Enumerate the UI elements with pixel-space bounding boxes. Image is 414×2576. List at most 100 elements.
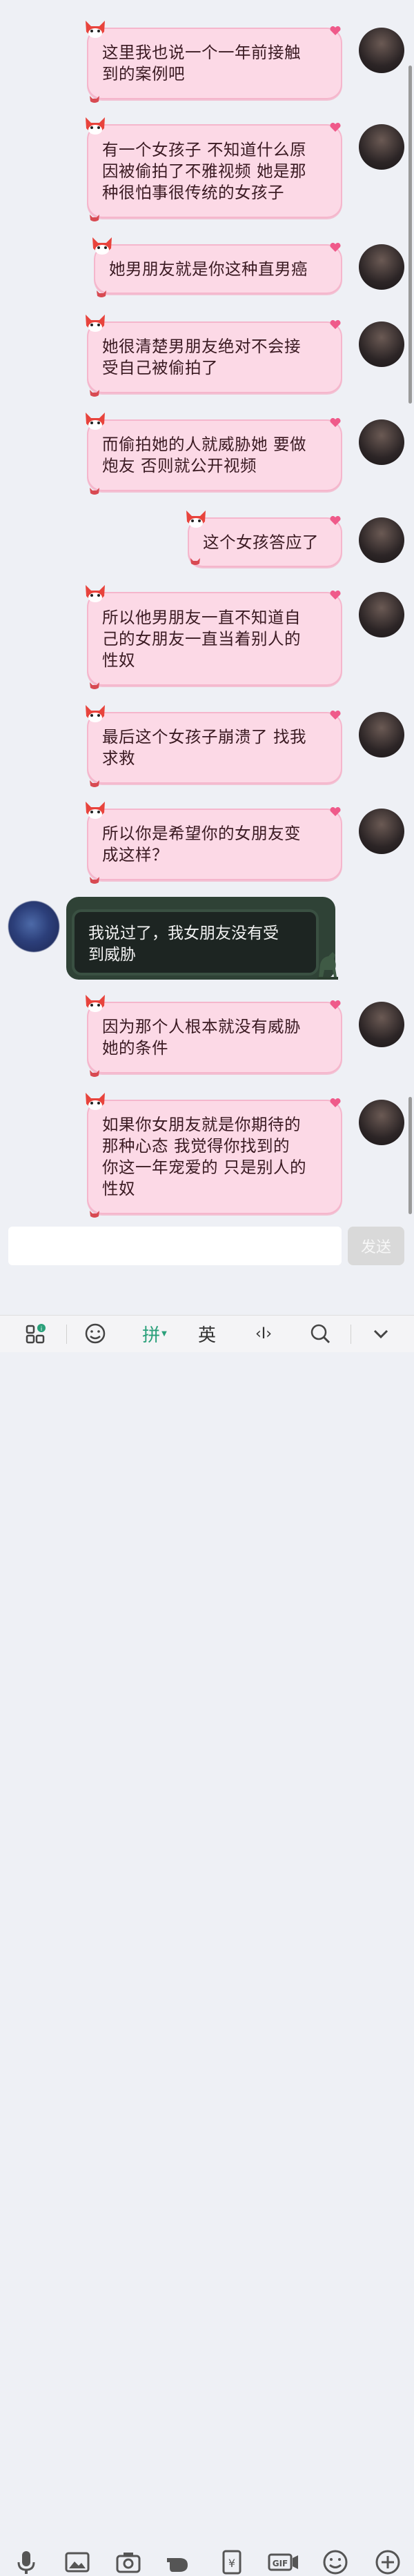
cursor-button[interactable]: ‹I› [244,1318,283,1349]
small-fox-icon [90,1211,99,1218]
small-fox-icon [190,558,200,565]
fox-sticker-icon [86,585,105,602]
heart-icon [330,26,341,35]
message-text: 我说过了，我女朋友没有受 到威胁 [88,924,279,964]
keyboard-grid-button[interactable]: i [17,1318,55,1349]
fox-sticker-icon [86,1093,105,1110]
heart-icon [330,123,341,132]
search-icon [310,1324,331,1344]
heart-icon [330,243,341,252]
avatar[interactable] [359,28,404,73]
avatar[interactable] [8,901,59,952]
avatar[interactable] [359,124,404,170]
avatar[interactable] [359,1002,404,1047]
small-fox-icon [90,877,99,884]
emoji-icon [85,1323,106,1344]
message-bubble[interactable]: 这里我也说一个一年前接触 到的案例吧 [87,28,342,99]
message-bubble[interactable]: 如果你女朋友就是你期待的 那种心态 我觉得你找到的 你这一年宠爱的 只是别人的 … [87,1100,342,1214]
message-text: 最后这个女孩子崩溃了 找我 求救 [102,727,306,768]
message-text: 如果你女朋友就是你期待的 那种心态 我觉得你找到的 你这一年宠爱的 只是别人的 … [102,1115,306,1198]
heart-icon [330,418,341,427]
gif-icon[interactable]: GIF [268,2548,299,2576]
svg-text:¥: ¥ [228,2557,235,2570]
pinyin-input-button[interactable]: 拼 ▼ [135,1318,174,1349]
fox-sticker-icon [86,413,105,430]
fox-sticker-icon [186,511,206,528]
message-text: 她男朋友就是你这种直男癌 [109,259,308,279]
message-text: 她很清楚男朋友绝对不会接 受自己被偷拍了 [102,337,301,377]
avatar[interactable] [359,1100,404,1145]
message-bubble[interactable]: 最后这个女孩子崩溃了 找我 求救 [87,712,342,784]
camera-icon[interactable] [115,2548,142,2576]
fox-sticker-icon [86,117,105,135]
heart-icon [330,591,341,600]
message-bubble[interactable]: 她很清楚男朋友绝对不会接 受自己被偷拍了 [87,321,342,393]
avatar[interactable] [359,419,404,465]
scrollbar[interactable] [408,66,412,404]
chat-area[interactable]: 这里我也说一个一年前接触 到的案例吧 有一个女孩子 不知道什么原 因被偷拍了不雅… [0,0,414,1225]
scrollbar[interactable] [408,1097,412,1214]
red-packet-icon[interactable]: ¥ [218,2548,246,2576]
toolbar: ¥ GIF [0,1273,414,2575]
message-bubble[interactable]: 因为那个人根本就没有威胁 她的条件 [87,1002,342,1073]
microphone-icon[interactable] [12,2548,40,2576]
keyboard-emoji-button[interactable] [76,1318,115,1349]
message-text: 所以你是希望你的女朋友变 成这样？ [102,824,301,864]
fox-sticker-icon [86,995,105,1012]
small-fox-icon [90,1070,99,1077]
message-bubble[interactable]: 有一个女孩子 不知道什么原 因被偷拍了不雅视频 她是那 种很怕事很传统的女孩子 [87,124,342,218]
message-text: 这个女孩答应了 [203,532,319,552]
chevron-down-icon [373,1329,388,1339]
small-fox-icon [90,682,99,689]
avatar[interactable] [359,244,404,290]
message-text: 而偷拍她的人就威胁她 要做 炮友 否则就公开视频 [102,435,306,475]
english-input-button[interactable]: 英 [188,1318,226,1349]
message-text: 因为那个人根本就没有威胁 她的条件 [102,1017,301,1058]
heart-icon [330,711,341,720]
heart-icon [330,1098,341,1107]
message-bubble[interactable]: 所以他男朋友一直不知道自 己的女朋友一直当着别人的 性奴 [87,592,342,686]
small-fox-icon [90,780,99,787]
heart-icon [330,516,341,525]
pinyin-label: 拼 [142,1325,161,1346]
avatar[interactable] [359,809,404,854]
gif-label: GIF [273,2559,288,2568]
message-text: 这里我也说一个一年前接触 到的案例吧 [102,43,301,83]
image-icon[interactable] [63,2548,91,2576]
message-bubble[interactable]: 所以你是希望你的女朋友变 成这样？ [87,809,342,880]
message-bubble[interactable]: 她男朋友就是你这种直男癌 [94,244,342,294]
heart-icon [330,807,341,816]
avatar[interactable] [359,517,404,563]
grid-badge: i [41,1326,43,1333]
fox-sticker-icon [86,21,105,38]
message-input[interactable] [8,1227,342,1265]
avatar[interactable] [359,592,404,637]
message-bubble[interactable]: 这个女孩答应了 [188,517,342,567]
send-button[interactable]: 发送 [348,1227,404,1265]
fox-sticker-icon [86,705,105,722]
avatar[interactable] [359,321,404,367]
heart-icon [330,1000,341,1009]
small-fox-icon [90,488,99,495]
small-fox-icon [90,215,99,221]
message-bubble[interactable]: 而偷拍她的人就威胁她 要做 炮友 否则就公开视频 [87,419,342,491]
fox-sticker-icon [86,802,105,819]
heart-icon [330,320,341,329]
plus-icon[interactable] [374,2548,402,2576]
message-text: 有一个女孩子 不知道什么原 因被偷拍了不雅视频 她是那 种很怕事很传统的女孩子 [102,139,306,202]
fox-sticker-icon [92,237,112,255]
collapse-keyboard-button[interactable] [362,1318,400,1349]
small-fox-icon [90,96,99,103]
caret-down-icon: ▼ [161,1329,167,1338]
fox-sticker-icon [86,315,105,332]
avatar[interactable] [359,712,404,757]
message-bubble[interactable]: 我说过了，我女朋友没有受 到威胁 [72,909,319,975]
message-text: 所以他男朋友一直不知道自 己的女朋友一直当着别人的 性奴 [102,607,301,670]
emoji-icon[interactable] [322,2548,349,2576]
finger-icon[interactable] [164,2548,192,2576]
small-fox-icon [90,390,99,397]
small-fox-icon [97,290,106,297]
cursor-icon: ‹I› [255,1325,273,1343]
search-button[interactable] [301,1318,339,1349]
grid-icon: i [26,1324,46,1344]
